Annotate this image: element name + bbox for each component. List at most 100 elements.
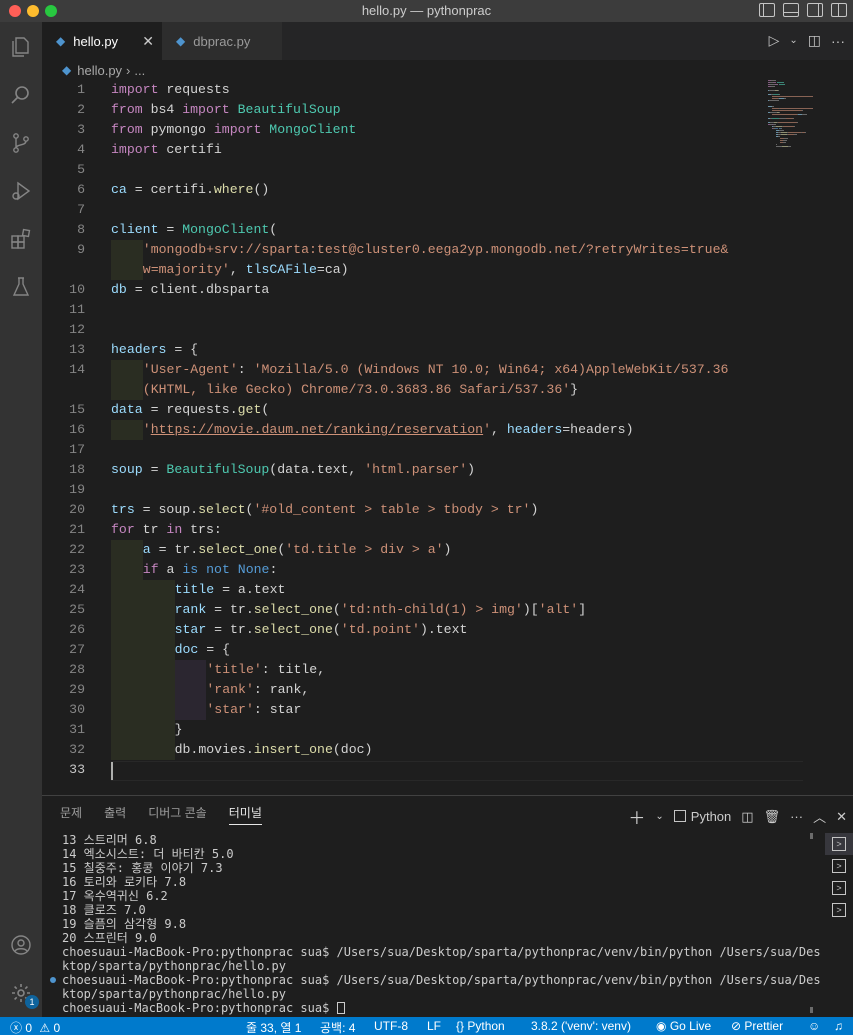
code-line[interactable]: 27 doc = { [42, 640, 762, 660]
more-actions-icon[interactable]: ··· [790, 809, 803, 824]
line-number[interactable]: 6 [42, 180, 85, 200]
code-line[interactable]: 14 'User-Agent': 'Mozilla/5.0 (Windows NT… [42, 360, 762, 380]
code-line[interactable]: 22 a = tr.select_one('td.title > div > a'… [42, 540, 762, 560]
terminal-output[interactable]: 13 스트리머 6.8 14 엑소시스트: 더 바티칸 5.0 15 칠중주: 홍콩… [62, 833, 822, 1015]
more-actions-icon[interactable]: ··· [831, 33, 845, 49]
indentation[interactable]: 공백: 4 [320, 1019, 355, 1035]
line-number[interactable]: 7 [42, 200, 85, 220]
line-number[interactable]: 16 [42, 420, 85, 440]
line-number[interactable]: 26 [42, 620, 85, 640]
tab-terminal[interactable]: 터미널 [228, 804, 262, 825]
line-number[interactable]: 24 [42, 580, 85, 600]
accounts-icon[interactable] [6, 930, 36, 960]
prettier-status[interactable]: ⊘ Prettier [731, 1019, 783, 1033]
run-dropdown-chevron-icon[interactable]: ⌄ [789, 35, 797, 46]
code-line[interactable]: 3 from pymongo import MongoClient [42, 120, 762, 140]
source-control-icon[interactable] [6, 128, 36, 158]
code-line[interactable]: 12 [42, 320, 762, 340]
code-line[interactable]: 25 rank = tr.select_one('td:nth-child(1) … [42, 600, 762, 620]
line-number[interactable]: 33 [42, 760, 85, 780]
line-number[interactable]: 1 [42, 80, 85, 100]
notifications-bell-icon[interactable]: ♫ [834, 1019, 843, 1033]
tab-dbprac-py[interactable]: ◆ dbprac.py [162, 22, 282, 60]
problems-status[interactable]: ⓧ 0 ⚠ 0 [10, 1019, 60, 1035]
python-interpreter[interactable]: 3.8.2 ('venv': venv) [531, 1019, 631, 1033]
code-line[interactable]: 1 import requests [42, 80, 762, 100]
customize-layout-icon[interactable] [831, 3, 847, 17]
code-line[interactable]: 23 if a is not None: [42, 560, 762, 580]
code-line[interactable]: 16 'https://movie.daum.net/ranking/reserv… [42, 420, 762, 440]
close-tab-icon[interactable]: ✕ [142, 33, 154, 50]
code-editor[interactable]: 1 import requests 2 from bs4 import Beautif… [42, 80, 853, 781]
breadcrumb-symbols[interactable]: ... [134, 63, 145, 78]
tab-hello-py[interactable]: ◆ hello.py ✕ [42, 22, 162, 60]
line-number[interactable]: 32 [42, 740, 85, 760]
explorer-icon[interactable] [6, 32, 36, 62]
code-line[interactable]: 29 'rank': rank, [42, 680, 762, 700]
breadcrumb-file[interactable]: hello.py [77, 63, 122, 78]
line-number[interactable]: 20 [42, 500, 85, 520]
line-number[interactable]: 28 [42, 660, 85, 680]
line-number[interactable]: 18 [42, 460, 85, 480]
feedback-icon[interactable]: ☺ [808, 1019, 820, 1033]
code-line[interactable]: 31} [42, 720, 762, 740]
line-number[interactable]: 22 [42, 540, 85, 560]
kill-terminal-trash-icon[interactable]: 🗑 [764, 809, 781, 825]
line-number[interactable]: 31 [42, 720, 85, 740]
line-number[interactable]: 12 [42, 320, 85, 340]
code-line[interactable]: 5 [42, 160, 762, 180]
code-line[interactable]: 21 for tr in trs: [42, 520, 762, 540]
code-line[interactable]: 4 import certifi [42, 140, 762, 160]
code-line[interactable]: 19 [42, 480, 762, 500]
tab-problems[interactable]: 문제 [60, 804, 82, 825]
code-line[interactable]: 24 title = a.text [42, 580, 762, 600]
terminal-instance-2[interactable]: > [825, 855, 853, 877]
go-live-button[interactable]: ◉ Go Live [656, 1019, 711, 1033]
extensions-icon[interactable] [6, 224, 36, 254]
line-number[interactable]: 8 [42, 220, 85, 240]
line-number[interactable]: 14 [42, 360, 85, 380]
code-line[interactable]: 17 [42, 440, 762, 460]
line-number[interactable]: 4 [42, 140, 85, 160]
code-line[interactable]: w=majority', tlsCAFile=ca) [42, 260, 762, 280]
line-number[interactable]: 25 [42, 600, 85, 620]
code-line[interactable]: 28 'title': title, [42, 660, 762, 680]
code-line[interactable]: 11 [42, 300, 762, 320]
toggle-panel-icon[interactable] [783, 3, 799, 17]
line-number[interactable]: 23 [42, 560, 85, 580]
manage-gear-icon[interactable]: 1 [6, 978, 39, 1009]
code-line[interactable]: 30 'star': star [42, 700, 762, 720]
code-line[interactable]: 2 from bs4 import BeautifulSoup [42, 100, 762, 120]
tab-debug-console[interactable]: 디버그 콘솔 [148, 804, 207, 825]
code-line[interactable]: 32 db.movies.insert_one(doc) [42, 740, 762, 760]
code-line[interactable]: 6 ca = certifi.where() [42, 180, 762, 200]
line-number[interactable]: 11 [42, 300, 85, 320]
run-python-file-icon[interactable]: ▷ [769, 32, 780, 49]
line-number[interactable]: 27 [42, 640, 85, 660]
code-line[interactable]: 9 'mongodb+srv://sparta:test@cluster0.eeg… [42, 240, 762, 260]
line-number[interactable]: 19 [42, 480, 85, 500]
line-number[interactable]: 15 [42, 400, 85, 420]
terminal-selector[interactable]: Python [673, 809, 731, 824]
minimap[interactable] [768, 80, 848, 160]
code-line[interactable]: (KHTML, like Gecko) Chrome/73.0.3683.86 … [42, 380, 762, 400]
line-number[interactable]: 13 [42, 340, 85, 360]
line-number[interactable]: 10 [42, 280, 85, 300]
line-number[interactable]: 17 [42, 440, 85, 460]
code-line[interactable]: 13 headers = { [42, 340, 762, 360]
cursor-position[interactable]: 줄 33, 열 1 [246, 1019, 301, 1035]
code-line[interactable]: 15 data = requests.get( [42, 400, 762, 420]
toggle-secondary-sidebar-icon[interactable] [807, 3, 823, 17]
new-terminal-plus-icon[interactable]: ＋ [628, 804, 645, 829]
terminal-instance-1[interactable]: > [825, 833, 853, 855]
line-number[interactable]: 3 [42, 120, 85, 140]
code-line[interactable]: 26 star = tr.select_one('td.point').text [42, 620, 762, 640]
tab-output[interactable]: 출력 [104, 804, 126, 825]
encoding[interactable]: UTF-8 [374, 1019, 408, 1033]
split-terminal-icon[interactable]: ◫ [741, 809, 753, 825]
maximize-panel-chevron-icon[interactable]: ︿ [813, 807, 826, 826]
terminal-dropdown-chevron-icon[interactable]: ⌄ [655, 811, 663, 822]
line-number[interactable]: 5 [42, 160, 85, 180]
line-number[interactable]: 21 [42, 520, 85, 540]
toggle-sidebar-icon[interactable] [759, 3, 775, 17]
